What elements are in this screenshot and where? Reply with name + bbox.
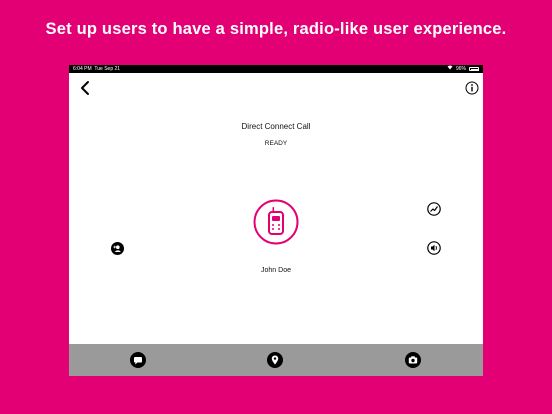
tab-chat[interactable] [130,352,146,368]
location-pin-icon [267,352,283,368]
headline: Set up users to have a simple, radio-lik… [45,20,507,38]
push-to-talk-button[interactable] [253,199,299,245]
add-user-button[interactable] [111,242,124,255]
app-screen: 6:04 PM Tue Sep 21 96% Direct Connect Ca… [69,65,483,376]
camera-icon [405,352,421,368]
wifi-icon [447,65,453,73]
status-time: 6:04 PM Tue Sep 21 [73,65,120,73]
back-button[interactable] [78,80,92,96]
call-status: READY [264,140,288,147]
walkie-talkie-icon [253,199,299,245]
status-time-text: 6:04 PM [73,66,92,72]
contact-name: John Doe [261,267,291,274]
battery-percent: 96% [455,66,466,72]
info-button[interactable] [465,81,479,95]
status-bar: 6:04 PM Tue Sep 21 96% [69,65,483,73]
call-title: Direct Connect Call [241,122,311,131]
status-date-text: Tue Sep 21 [94,66,121,72]
add-user-icon [111,242,124,255]
activity-icon [427,202,441,216]
battery-icon [469,67,479,71]
chat-icon [130,352,146,368]
bottom-tab-bar [69,344,483,376]
volume-button[interactable] [427,241,441,255]
volume-icon [427,241,441,255]
tab-location[interactable] [267,352,283,368]
status-indicators: 96% [447,65,479,73]
chevron-left-icon [81,81,89,95]
info-icon [465,81,479,95]
tab-camera[interactable] [405,352,421,368]
activity-button[interactable] [427,202,441,216]
